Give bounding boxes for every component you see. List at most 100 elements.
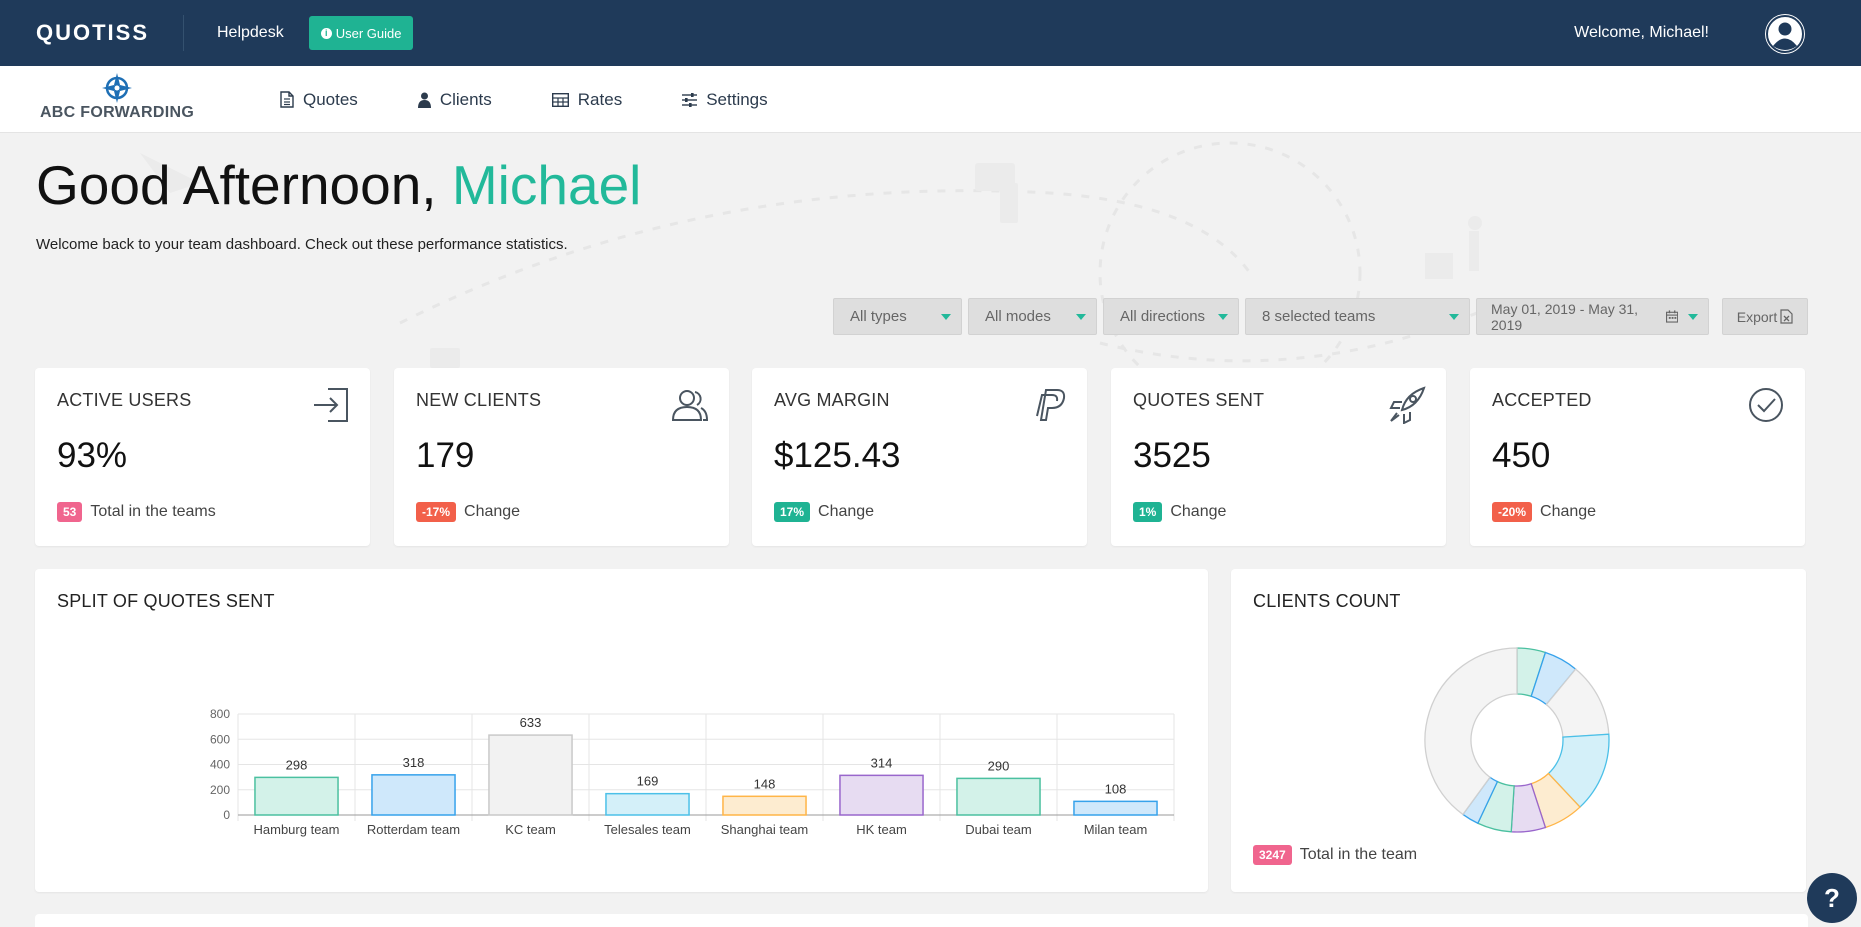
bar (488, 734, 573, 816)
split-quotes-panel: SPLIT OF QUOTES SENT 0 200 400 600 800 298 Ham… (35, 569, 1208, 892)
stat-foot-label: Change (818, 503, 875, 520)
clients-foot: 3247 Total in the team (1253, 845, 1417, 865)
stat-value: $125.43 (774, 436, 901, 475)
top-bar: QUOTISS Helpdesk i User Guide Welcome, M… (0, 0, 1861, 66)
data-label: 108 (1105, 781, 1127, 796)
dashboard-main: Good Afternoon, Michael Welcome back to … (0, 133, 1861, 927)
main-nav: Quotes Clients Rates Settings (280, 66, 828, 133)
info-icon: i (320, 27, 332, 39)
date-range-picker[interactable]: May 01, 2019 - May 31, 2019 (1476, 298, 1709, 335)
stat-card-accepted: ACCEPTED 450 -20% Change (1470, 368, 1805, 546)
x-tick-label: HK team (856, 822, 907, 837)
type-filter-value: All types (850, 308, 907, 325)
data-label: 314 (871, 755, 893, 770)
caret-down-icon (1218, 313, 1228, 320)
nav-item-settings[interactable]: Settings (682, 89, 768, 110)
welcome-message: Welcome, Michael! (1574, 24, 1709, 41)
topbar-divider (183, 15, 184, 51)
x-tick-label: Dubai team (965, 822, 1031, 837)
direction-filter-value: All directions (1120, 308, 1206, 325)
x-tick-label: Rotterdam team (367, 822, 460, 837)
nav-label: Settings (706, 89, 768, 109)
user-guide-label: User Guide (335, 25, 402, 41)
calendar-icon (1665, 310, 1678, 323)
page-subtitle: Welcome back to your team dashboard. Che… (36, 236, 568, 253)
stat-card-active-users: ACTIVE USERS 93% 53 Total in the teams (35, 368, 370, 546)
stat-foot: 17% Change (774, 502, 874, 522)
nav-label: Quotes (303, 89, 358, 109)
x-tick-label: KC team (505, 822, 556, 837)
x-tick-label: Hamburg team (254, 822, 340, 837)
nav-label: Clients (439, 89, 492, 109)
date-range-value: May 01, 2019 - May 31, 2019 (1491, 300, 1639, 333)
stat-card-new-clients: NEW CLIENTS 179 -17% Change (394, 368, 729, 546)
stat-value: 93% (57, 436, 128, 475)
nav-item-clients[interactable]: Clients (417, 89, 492, 110)
nav-item-quotes[interactable]: Quotes (280, 90, 358, 110)
mode-filter[interactable]: All modes (968, 298, 1097, 335)
clients-count-panel: CLIENTS COUNT 3247 Total in the team (1231, 569, 1806, 892)
user-icon (417, 92, 431, 108)
stat-title: AVG MARGIN (774, 390, 890, 410)
change-badge: 1% (1133, 502, 1163, 522)
user-guide-button[interactable]: i User Guide (308, 16, 414, 50)
data-label: 290 (988, 758, 1010, 773)
x-tick-label: Milan team (1084, 822, 1148, 837)
bar-chart: 0 200 400 600 800 298 Hamburg team 318 Rotterdam… (210, 707, 1175, 837)
helpdesk-link[interactable]: Helpdesk (217, 24, 284, 42)
company-name: ABC FORWARDING (39, 104, 195, 121)
company-logo[interactable]: ABC FORWARDING (34, 72, 200, 128)
caret-down-icon (1449, 313, 1459, 320)
stat-foot-label: Change (1540, 503, 1597, 520)
direction-filter[interactable]: All directions (1103, 298, 1239, 335)
bar (371, 774, 456, 816)
export-label: Export (1736, 308, 1778, 325)
user-avatar-icon (1766, 15, 1804, 53)
type-filter[interactable]: All types (833, 298, 962, 335)
users-icon (671, 390, 709, 421)
y-tick-label: 600 (210, 732, 230, 746)
stat-foot: -17% Change (416, 502, 520, 522)
stat-title: ACCEPTED (1492, 390, 1592, 410)
data-label: 633 (520, 715, 542, 730)
x-tick-label: Shanghai team (721, 822, 808, 837)
bar (254, 776, 339, 816)
stat-foot-label: Change (464, 503, 521, 520)
stat-value: 3525 (1133, 436, 1211, 475)
brand-logo[interactable]: QUOTISS (36, 20, 183, 46)
stat-title: ACTIVE USERS (57, 390, 192, 410)
caret-down-icon (1076, 313, 1086, 320)
bar (722, 795, 807, 816)
filter-bar: All types All modes All directions 8 sel… (833, 298, 1709, 335)
excel-file-icon (1780, 309, 1793, 324)
compass-icon (102, 73, 132, 103)
stat-title: QUOTES SENT (1133, 390, 1265, 410)
nav-item-rates[interactable]: Rates (551, 89, 623, 110)
data-label: 169 (637, 774, 659, 789)
paypal-icon (1036, 389, 1066, 421)
nav-label: Rates (577, 89, 623, 109)
rocket-icon (1389, 386, 1426, 424)
stat-card-avg-margin: AVG MARGIN $125.43 17% Change (752, 368, 1087, 546)
mode-filter-value: All modes (985, 308, 1051, 325)
sliders-icon (682, 92, 698, 107)
stat-foot: 53 Total in the teams (57, 502, 216, 522)
stat-foot-label: Change (1170, 503, 1227, 520)
team-filter[interactable]: 8 selected teams (1245, 298, 1470, 335)
help-button[interactable]: ? (1807, 873, 1857, 923)
change-badge: 17% (774, 502, 811, 522)
data-label: 148 (754, 776, 776, 791)
data-label: 298 (286, 757, 308, 772)
page-title: Good Afternoon, Michael (36, 153, 641, 217)
document-icon (280, 91, 294, 108)
export-button[interactable]: Export (1722, 298, 1808, 335)
bar (1073, 800, 1158, 816)
stat-title: NEW CLIENTS (416, 390, 542, 410)
stat-foot-label: Total in the teams (90, 503, 216, 520)
avatar[interactable] (1765, 14, 1805, 54)
table-icon (551, 92, 569, 107)
donut-chart (1424, 647, 1610, 833)
x-tick-label: Telesales team (604, 822, 691, 837)
clients-foot-label: Total in the team (1299, 846, 1418, 863)
next-panel (35, 914, 1808, 927)
